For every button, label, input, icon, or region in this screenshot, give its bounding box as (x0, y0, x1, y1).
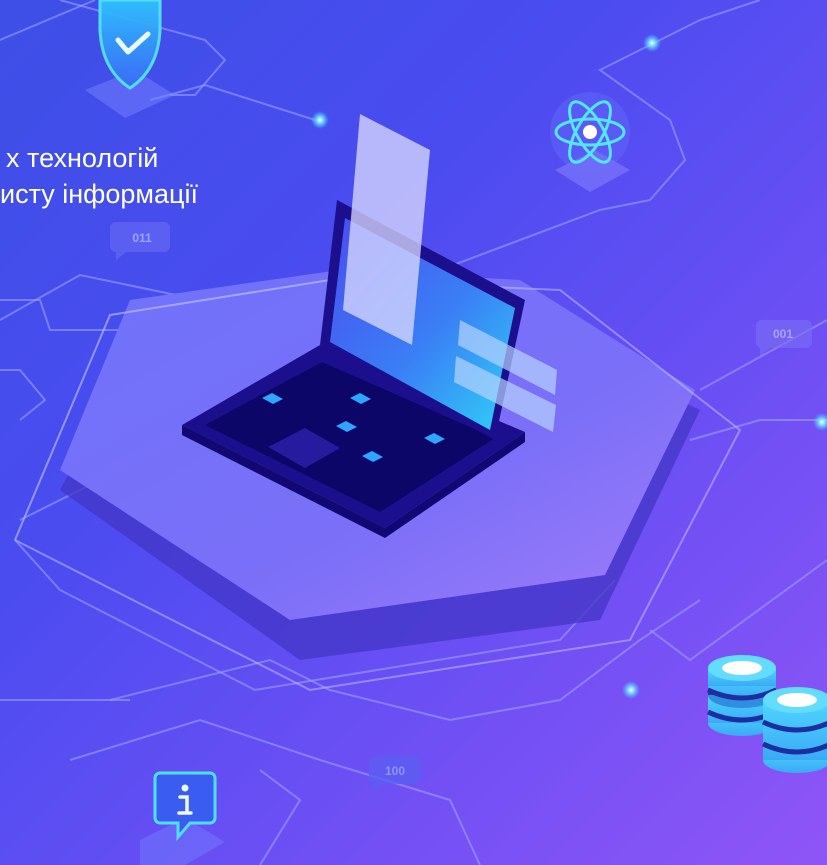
isometric-artwork: 011 001 100 (0, 0, 827, 865)
info-icon (140, 771, 225, 865)
hero-illustration: х технологій исту інформації 011 001 100 (0, 0, 827, 865)
atom-icon (550, 92, 630, 192)
database-icon (706, 655, 827, 773)
badge-top-left: 011 (110, 222, 170, 260)
badge-right: 001 (755, 320, 812, 356)
svg-text:100: 100 (385, 764, 405, 778)
svg-text:001: 001 (773, 327, 793, 341)
badge-bottom: 100 (368, 756, 421, 792)
svg-text:011: 011 (132, 231, 152, 245)
shield-check-icon (85, 0, 175, 118)
